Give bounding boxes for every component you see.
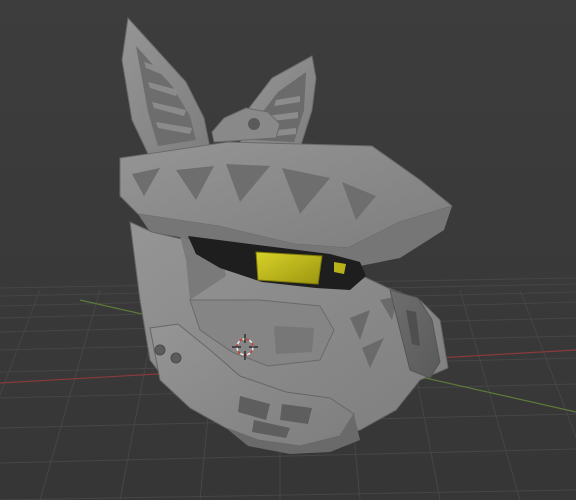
face-inner-panel [274, 326, 314, 354]
side-bolt-2 [170, 352, 182, 364]
visor [255, 251, 323, 285]
viewport-canvas[interactable] [0, 0, 576, 500]
3d-viewport[interactable] [0, 0, 576, 500]
top-bolt-hole [248, 118, 260, 130]
side-bolt-1 [154, 344, 166, 356]
visor-edge-glow [334, 262, 346, 274]
